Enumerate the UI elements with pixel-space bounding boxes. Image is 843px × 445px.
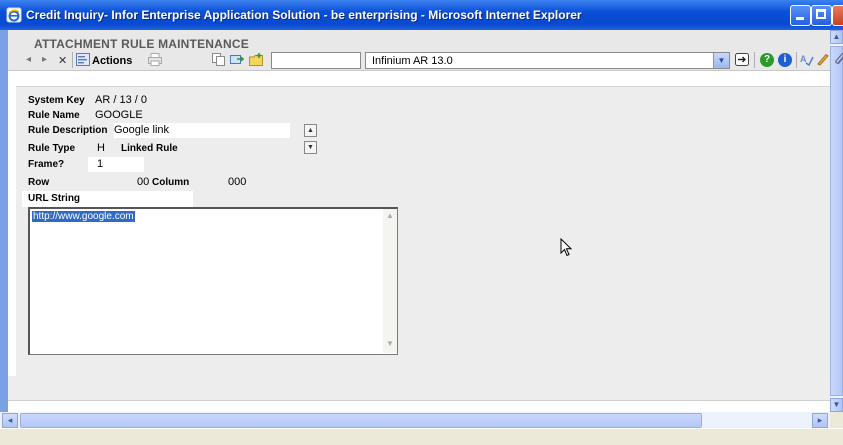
minimize-button[interactable] (790, 5, 811, 26)
url-string-label: URL String (28, 193, 81, 204)
copy-icon[interactable] (212, 53, 226, 66)
toolbar-separator (754, 52, 755, 68)
scroll-up-button[interactable]: ▲ (304, 124, 317, 137)
scrollbar-thumb[interactable] (20, 413, 702, 428)
scroll-down-icon[interactable]: ▼ (384, 339, 396, 351)
textarea-scrollbar[interactable]: ▲ ▼ (383, 209, 397, 353)
url-string-value: http://www.google.com (32, 211, 135, 222)
window-title: Credit Inquiry- Infor Enterprise Applica… (26, 8, 582, 22)
rule-description-label: Rule Description (28, 125, 108, 136)
close-form-icon[interactable]: ✕ (58, 54, 67, 68)
status-bar (0, 428, 843, 445)
scroll-down-icon[interactable]: ▼ (830, 398, 843, 412)
frame-label: Frame? (28, 159, 65, 170)
edit-icon[interactable] (816, 53, 830, 66)
scroll-right-icon[interactable]: ▸ (812, 413, 828, 428)
rule-name-value: GOOGLE (95, 109, 143, 121)
chevron-down-icon[interactable]: ▼ (713, 53, 729, 68)
internet-explorer-icon (6, 7, 22, 23)
column-value: 000 (228, 176, 247, 188)
rule-name-label: Rule Name (28, 110, 80, 121)
application-area: ATTACHMENT RULE MAINTENANCE ◂ ▸ ✕ Action… (8, 30, 843, 444)
rule-type-value: H (97, 142, 105, 154)
help-icon[interactable]: ? (760, 53, 774, 67)
send-icon[interactable] (230, 53, 244, 66)
rule-type-label: Rule Type (28, 143, 76, 154)
bottom-panel (8, 376, 830, 401)
url-string-label-cell: URL String (22, 191, 193, 207)
toolbar-separator (72, 52, 73, 68)
frame-value: 1 (97, 158, 104, 170)
column-label: Column (152, 177, 190, 188)
rule-description-value: Google link (114, 124, 170, 136)
app-header: ATTACHMENT RULE MAINTENANCE ◂ ▸ ✕ Action… (8, 30, 830, 71)
row-label: Row (28, 177, 50, 188)
svg-text:A: A (800, 54, 807, 64)
maximize-button[interactable] (811, 5, 832, 26)
attach-icon[interactable] (834, 53, 843, 66)
url-string-textarea[interactable]: http://www.google.com ▲ ▼ (28, 207, 398, 355)
scroll-left-icon[interactable]: ◂ (2, 413, 18, 428)
window-frame-left (0, 30, 8, 444)
system-key-value: AR / 13 / 0 (95, 94, 147, 106)
maximize-icon (816, 9, 826, 19)
forward-icon[interactable]: ▸ (42, 54, 47, 68)
new-folder-icon[interactable] (249, 53, 263, 66)
row-value: 00 (137, 176, 150, 188)
spellcheck-icon[interactable]: A (800, 53, 814, 66)
toolbar-separator (796, 52, 797, 68)
scroll-up-icon[interactable]: ▲ (384, 211, 396, 223)
exit-icon[interactable] (735, 53, 749, 66)
info-icon[interactable]: i (778, 53, 792, 67)
scrollbar-thumb[interactable] (830, 46, 843, 396)
scroll-up-icon[interactable]: ▲ (830, 30, 843, 44)
horizontal-scrollbar[interactable]: ◂ ▸ (0, 412, 830, 428)
back-icon[interactable]: ◂ (26, 54, 31, 68)
window-titlebar: Credit Inquiry- Infor Enterprise Applica… (0, 0, 843, 30)
system-key-label: System Key (28, 95, 85, 106)
actions-icon[interactable] (76, 53, 90, 66)
minimize-icon (796, 17, 804, 20)
toolbar-text-input[interactable] (271, 52, 361, 69)
print-icon[interactable] (148, 53, 162, 66)
environment-select[interactable]: Infinium AR 13.0 ▼ (365, 52, 730, 69)
mouse-pointer-icon (560, 238, 573, 257)
environment-select-value: Infinium AR 13.0 (372, 55, 453, 67)
frame-field[interactable]: 1 (88, 157, 144, 172)
window-vertical-scrollbar[interactable]: ▲ ▼ (830, 30, 843, 412)
actions-menu[interactable]: Actions (92, 55, 132, 67)
linked-rule-label: Linked Rule (121, 143, 178, 154)
rule-description-field[interactable]: Google link (114, 123, 290, 138)
scroll-down-button[interactable]: ▼ (304, 141, 317, 154)
page-title: ATTACHMENT RULE MAINTENANCE (34, 37, 249, 51)
close-window-button[interactable] (832, 5, 843, 26)
